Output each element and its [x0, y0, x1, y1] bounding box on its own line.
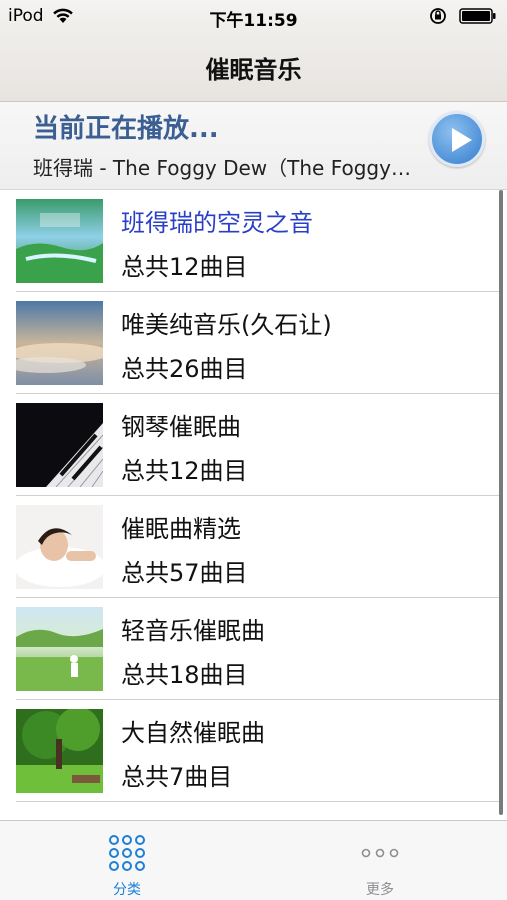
- tab-category-label: 分类: [113, 882, 141, 898]
- playlist-track-count: 总共12曲目: [121, 253, 248, 281]
- list-item[interactable]: 催眠曲精选 总共57曲目: [0, 496, 507, 598]
- more-dots-icon: [361, 848, 399, 858]
- list-item[interactable]: 轻音乐催眠曲 总共18曲目: [0, 598, 507, 700]
- playlist-title: 唯美纯音乐(久石让): [121, 311, 332, 339]
- playlist-title: 班得瑞的空灵之音: [121, 209, 313, 237]
- album-thumbnail: [16, 301, 103, 385]
- album-thumbnail: [16, 403, 103, 487]
- playlist-track-count: 总共26曲目: [121, 355, 248, 383]
- now-playing-track: 班得瑞 - The Foggy Dew（The Foggy Dew）: [33, 156, 413, 180]
- list-item[interactable]: 班得瑞的空灵之音 总共12曲目: [0, 190, 507, 292]
- status-bar: iPod 下午11:59: [0, 0, 507, 34]
- now-playing-status: 当前正在播放...: [33, 114, 219, 144]
- playlist-title: 钢琴催眠曲: [121, 413, 241, 441]
- battery-icon: [459, 8, 496, 24]
- playlist-title: 大自然催眠曲: [121, 719, 265, 747]
- tab-more-label: 更多: [366, 882, 394, 898]
- grid-icon: [109, 835, 145, 871]
- album-thumbnail: [16, 607, 103, 691]
- tab-bar: 分类 更多: [0, 820, 507, 900]
- list-item[interactable]: 钢琴催眠曲 总共12曲目: [0, 394, 507, 496]
- list-item[interactable]: 唯美纯音乐(久石让) 总共26曲目: [0, 292, 507, 394]
- playlist-track-count: 总共57曲目: [121, 559, 248, 587]
- list-item[interactable]: 大自然催眠曲 总共7曲目: [0, 700, 507, 802]
- row-divider: [16, 801, 501, 802]
- album-thumbnail: [16, 505, 103, 589]
- scrollbar[interactable]: [499, 190, 503, 815]
- status-right: [429, 7, 497, 25]
- play-button[interactable]: [429, 111, 485, 167]
- page-title: 催眠音乐: [205, 56, 302, 84]
- orientation-lock-icon: [430, 8, 446, 24]
- playlist-list[interactable]: 班得瑞的空灵之音 总共12曲目 唯美纯音乐(久石让) 总共26曲目 钢琴催眠曲 …: [0, 190, 507, 820]
- playlist-title: 轻音乐催眠曲: [121, 617, 265, 645]
- play-icon: [452, 128, 472, 152]
- playlist-track-count: 总共12曲目: [121, 457, 248, 485]
- album-thumbnail: [16, 709, 103, 793]
- navigation-bar: 催眠音乐: [0, 34, 507, 102]
- tab-category[interactable]: 分类: [47, 821, 207, 900]
- playlist-track-count: 总共7曲目: [121, 763, 233, 791]
- tab-more[interactable]: 更多: [300, 821, 460, 900]
- album-thumbnail: [16, 199, 103, 283]
- playlist-track-count: 总共18曲目: [121, 661, 248, 689]
- playlist-title: 催眠曲精选: [121, 515, 241, 543]
